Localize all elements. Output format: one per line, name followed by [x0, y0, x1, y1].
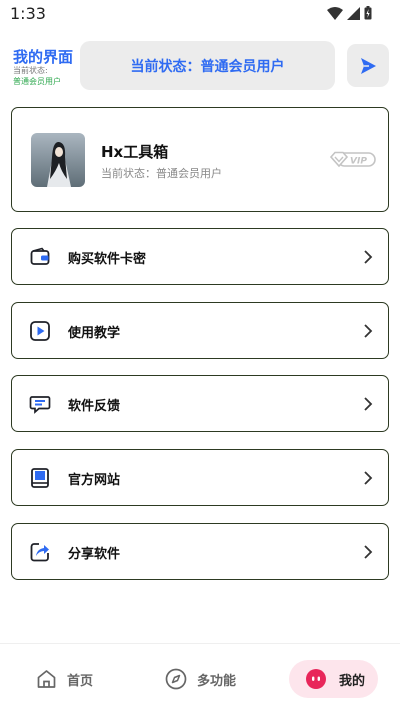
- book-icon: [31, 468, 49, 488]
- battery-icon: [364, 6, 372, 20]
- wifi-icon: [327, 6, 343, 20]
- header-status-value: 普通会员用户: [13, 77, 61, 86]
- chevron-right-icon: [364, 545, 373, 559]
- wallet-icon: [30, 247, 50, 265]
- home-icon: [37, 670, 56, 688]
- play-icon: [30, 321, 50, 341]
- chevron-right-icon: [364, 397, 373, 411]
- status-pill-text: 当前状态：普通会员用户: [130, 58, 285, 75]
- send-button[interactable]: [347, 44, 389, 87]
- profile-card[interactable]: Hx工具箱 当前状态：普通会员用户 VIP: [11, 107, 389, 212]
- signal-icon: [347, 6, 360, 20]
- avatar: [31, 133, 85, 187]
- feedback-icon: [29, 396, 51, 414]
- menu-item-label: 官方网站: [68, 473, 121, 488]
- header-status-label: 当前状态:: [13, 66, 48, 75]
- menu-item-label: 使用教学: [68, 326, 121, 341]
- status-bar: 1:33: [0, 0, 400, 30]
- menu-item-tutorial[interactable]: 使用教学: [11, 302, 389, 359]
- menu-item-label: 购买软件卡密: [68, 252, 147, 267]
- tab-features[interactable]: 多功能: [165, 660, 236, 698]
- chevron-right-icon: [364, 471, 373, 485]
- page-title: 我的界面: [13, 48, 74, 66]
- send-icon: [361, 57, 376, 74]
- menu-item-buy-key[interactable]: 购买软件卡密: [11, 228, 389, 285]
- vip-badge-text: VIP: [350, 157, 367, 167]
- chevron-right-icon: [364, 324, 373, 338]
- tab-home-label: 首页: [67, 673, 94, 689]
- tab-features-label: 多功能: [197, 673, 237, 689]
- menu-item-feedback[interactable]: 软件反馈: [11, 375, 389, 432]
- header: 我的界面 当前状态: 普通会员用户 当前状态：普通会员用户: [0, 40, 400, 92]
- menu-item-label: 分享软件: [68, 547, 121, 562]
- status-pill: 当前状态：普通会员用户: [80, 41, 335, 90]
- chevron-right-icon: [364, 250, 373, 264]
- menu-item-website[interactable]: 官方网站: [11, 449, 389, 506]
- tab-mine-label: 我的: [339, 673, 366, 689]
- profile-name: Hx工具箱: [101, 143, 169, 161]
- bottom-nav: 首页 多功能 我的: [0, 643, 400, 711]
- menu-item-label: 软件反馈: [68, 399, 121, 414]
- tab-mine[interactable]: 我的: [289, 660, 378, 698]
- status-time: 1:33: [10, 4, 46, 23]
- profile-status: 当前状态：普通会员用户: [101, 167, 222, 180]
- menu-item-share[interactable]: 分享软件: [11, 523, 389, 580]
- status-icons: [327, 6, 372, 20]
- profile-face-icon: [306, 669, 326, 689]
- share-icon: [30, 543, 49, 562]
- tab-home[interactable]: 首页: [36, 660, 93, 698]
- compass-icon: [165, 668, 187, 690]
- vip-badge: VIP: [329, 151, 376, 172]
